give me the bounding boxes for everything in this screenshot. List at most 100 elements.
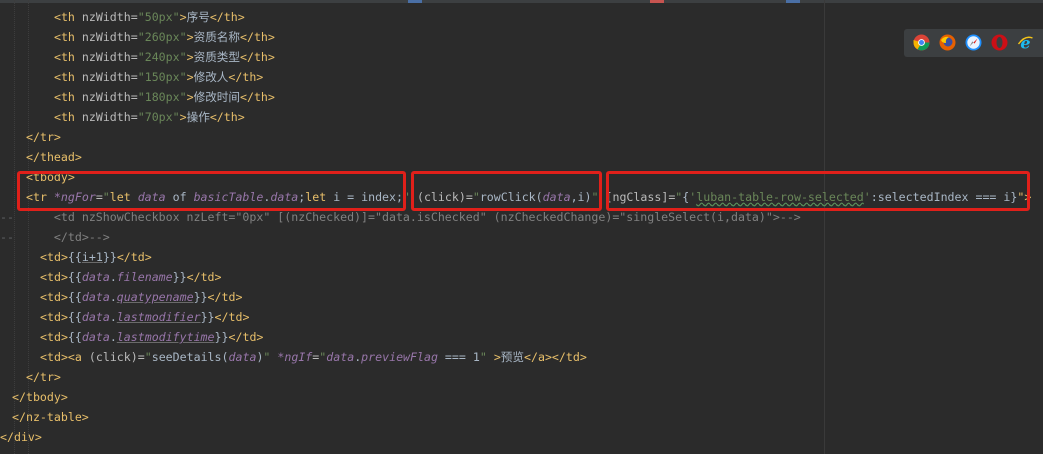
code-text: <th nzWidth="50px">序号</th>	[40, 7, 245, 27]
code-token: nzWidth=	[81, 10, 138, 24]
code-token: "240px"	[137, 50, 187, 64]
code-token: >	[179, 10, 187, 24]
code-token: </th>	[209, 10, 245, 24]
code-token: nzWidth=	[81, 50, 138, 64]
code-token: }}	[214, 330, 229, 344]
indent-guide	[14, 0, 15, 454]
code-text: <th nzWidth="180px">修改时间</th>	[40, 87, 275, 107]
code-token: (	[221, 350, 229, 364]
code-token: <td>	[40, 250, 68, 264]
code-token: >	[186, 30, 194, 44]
code-token: </td>-->	[26, 230, 110, 244]
code-token: {{	[67, 270, 82, 284]
code-text: <td>{{data.lastmodifier}}</td>	[40, 307, 249, 327]
code-token: 操作	[186, 110, 210, 124]
chrome-icon[interactable]	[913, 34, 930, 51]
code-token: "	[144, 350, 152, 364]
highlight-box-click	[411, 171, 602, 211]
code-text: </tbody>	[12, 387, 68, 407]
code-token: </nz-table>	[12, 410, 89, 424]
code-token: {{	[67, 250, 82, 264]
code-token: .	[109, 330, 117, 344]
code-token: (click)	[88, 350, 138, 364]
code-token: </th>	[228, 70, 264, 84]
code-text: </thead>	[26, 147, 82, 167]
code-text: <td>{{data.filename}}</td>	[40, 267, 222, 287]
code-token: </td>	[551, 350, 587, 364]
code-token: quatypename	[116, 290, 194, 304]
safari-icon[interactable]	[965, 34, 982, 51]
code-token: previewFlag	[361, 350, 438, 364]
code-token: <th	[40, 30, 82, 44]
code-text: <th nzWidth="70px">操作</th>	[40, 107, 245, 127]
code-token: "70px"	[137, 110, 180, 124]
code-token: </th>	[239, 90, 275, 104]
code-token: seeDetails	[151, 350, 222, 364]
code-token: </td>	[214, 310, 250, 324]
code-token: data	[81, 330, 110, 344]
code-token: <th	[40, 90, 82, 104]
code-text: </td>-->	[26, 227, 110, 247]
code-token: <td>	[40, 290, 68, 304]
gutter-marker: --	[0, 210, 14, 224]
code-token: <th	[40, 50, 82, 64]
code-token: lastmodifier	[116, 310, 201, 324]
code-token: data	[326, 350, 355, 364]
code-token: </th>	[209, 110, 245, 124]
code-token: nzWidth=	[81, 30, 138, 44]
code-token: 序号	[186, 10, 210, 24]
code-token: === 1	[437, 350, 480, 364]
ie-icon[interactable]: e	[1017, 34, 1034, 51]
code-token: 资质名称	[193, 30, 240, 44]
code-token: </td>	[186, 270, 222, 284]
code-token: .	[109, 310, 117, 324]
code-token: 预览	[500, 350, 524, 364]
code-token: </td>	[228, 330, 264, 344]
code-token: </tr>	[26, 130, 61, 144]
code-text: </tr>	[26, 127, 61, 147]
code-token: >	[186, 90, 194, 104]
code-token: 资质类型	[193, 50, 240, 64]
code-token: {{	[67, 310, 82, 324]
code-token: >	[493, 350, 501, 364]
code-token: i+1	[81, 250, 103, 264]
code-token: filename	[116, 270, 173, 284]
code-token: {{	[67, 330, 82, 344]
code-text: </nz-table>	[12, 407, 89, 427]
code-token: <th	[40, 70, 82, 84]
code-token: 修改时间	[193, 90, 240, 104]
code-editor[interactable]: <th nzWidth="50px">序号</th> <th nzWidth="…	[0, 0, 1043, 454]
code-text: </div>	[0, 427, 42, 447]
code-token: }}	[200, 310, 215, 324]
code-token: }}	[172, 270, 187, 284]
code-token: "180px"	[137, 90, 187, 104]
browser-preview-toolbar: e	[904, 29, 1043, 57]
code-token: </div>	[0, 430, 42, 444]
code-token: "150px"	[137, 70, 187, 84]
code-token: }}	[193, 290, 208, 304]
firefox-icon[interactable]	[939, 34, 956, 51]
code-text: <td><a (click)="seeDetails(data)" *ngIf=…	[40, 347, 587, 367]
gutter-marker: --	[0, 230, 14, 244]
code-token: nzWidth=	[81, 90, 138, 104]
code-token: "260px"	[137, 30, 187, 44]
code-token: data	[228, 350, 257, 364]
code-token: data	[81, 290, 110, 304]
code-token: 修改人	[193, 70, 229, 84]
code-token: "50px"	[137, 10, 180, 24]
highlight-box-ngclass	[606, 171, 1030, 211]
code-token: </a>	[524, 350, 552, 364]
code-text: <td>{{data.quatypename}}</td>	[40, 287, 242, 307]
code-text: <th nzWidth="150px">修改人</th>	[40, 67, 263, 87]
code-text: <th nzWidth="260px">资质名称</th>	[40, 27, 275, 47]
right-margin-guide	[824, 0, 825, 454]
code-token: {{	[67, 290, 82, 304]
code-token: </tbody>	[12, 390, 68, 404]
code-token: lastmodifytime	[116, 330, 215, 344]
opera-icon[interactable]	[991, 34, 1008, 51]
code-token: .	[109, 270, 117, 284]
tab-bar-edge	[0, 0, 1043, 3]
code-token: <td>	[40, 350, 68, 364]
code-token: >	[179, 110, 187, 124]
code-token: </th>	[239, 50, 275, 64]
